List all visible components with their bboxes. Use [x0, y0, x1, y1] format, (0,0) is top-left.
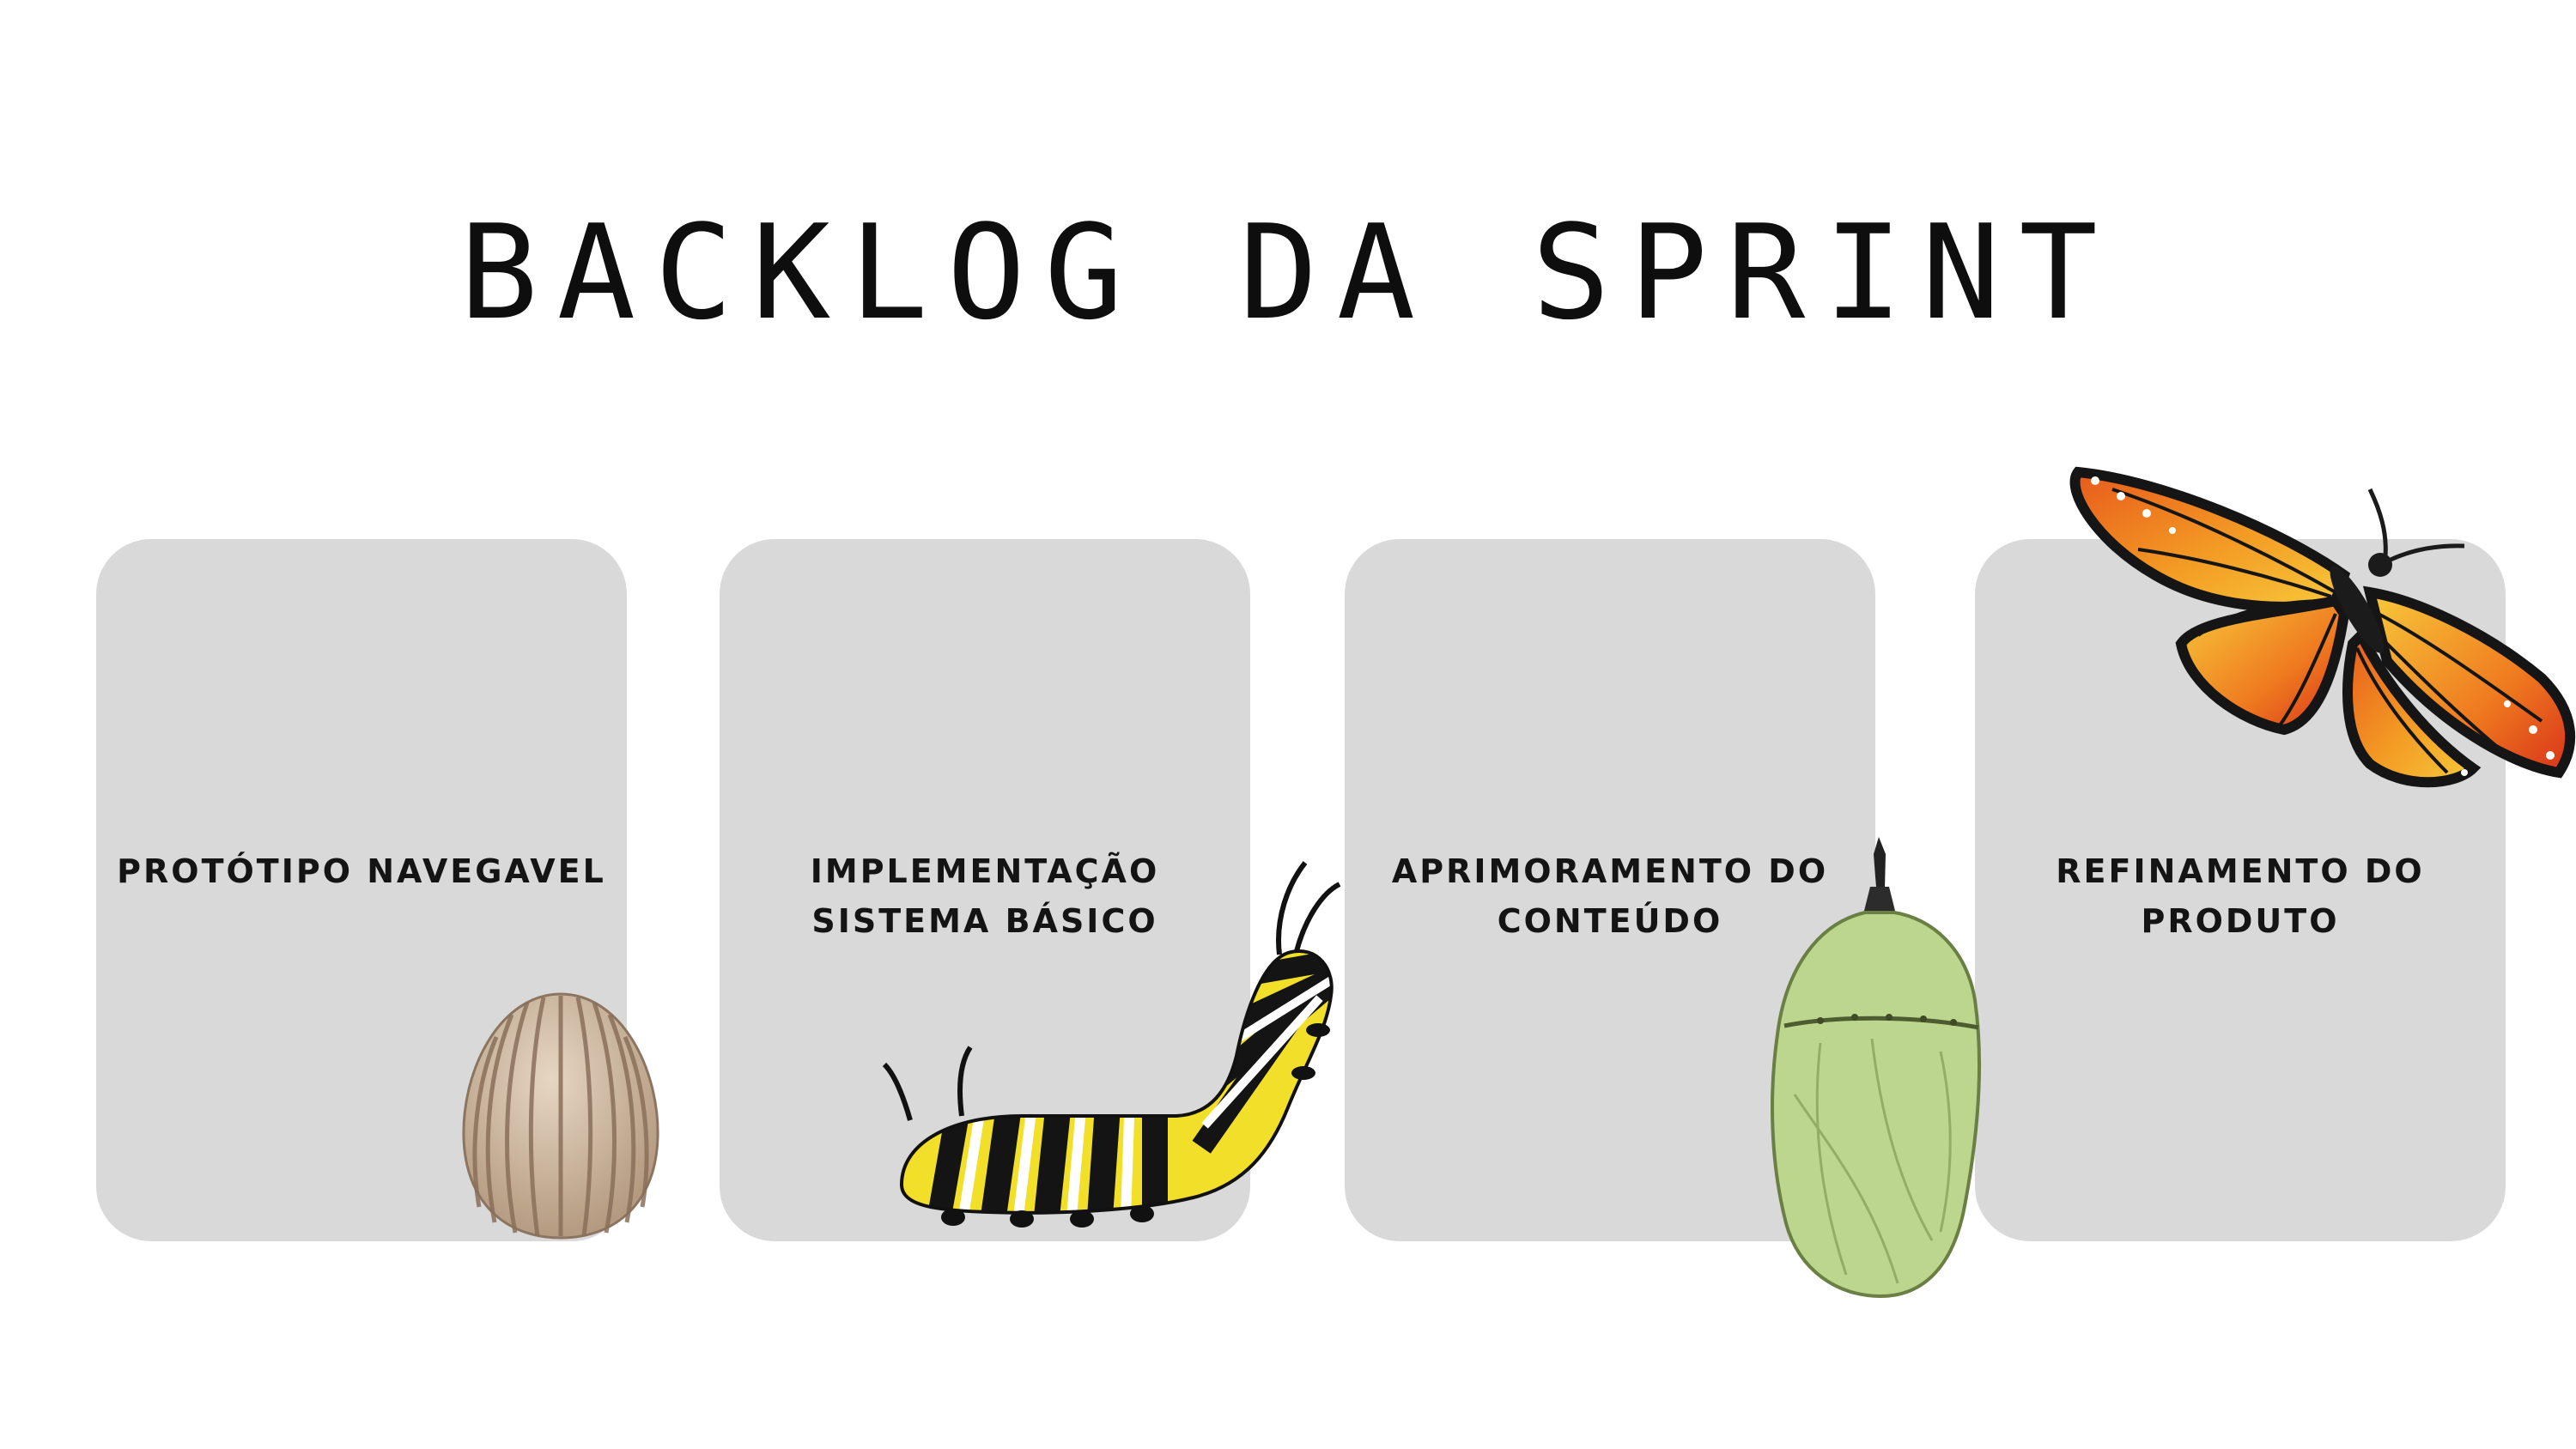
- card-label: PROTÓTIPO NAVEGAVEL: [117, 852, 606, 890]
- page-title: BACKLOG DA SPRINT: [459, 196, 2117, 349]
- card-label: REFINAMENTO DO PRODUTO: [2056, 852, 2425, 940]
- egg-illustration: [462, 992, 659, 1240]
- chrysalis-illustration: [1771, 837, 1982, 1299]
- butterfly-illustration: [2069, 466, 2576, 788]
- caterpillar-illustration: [882, 861, 1341, 1228]
